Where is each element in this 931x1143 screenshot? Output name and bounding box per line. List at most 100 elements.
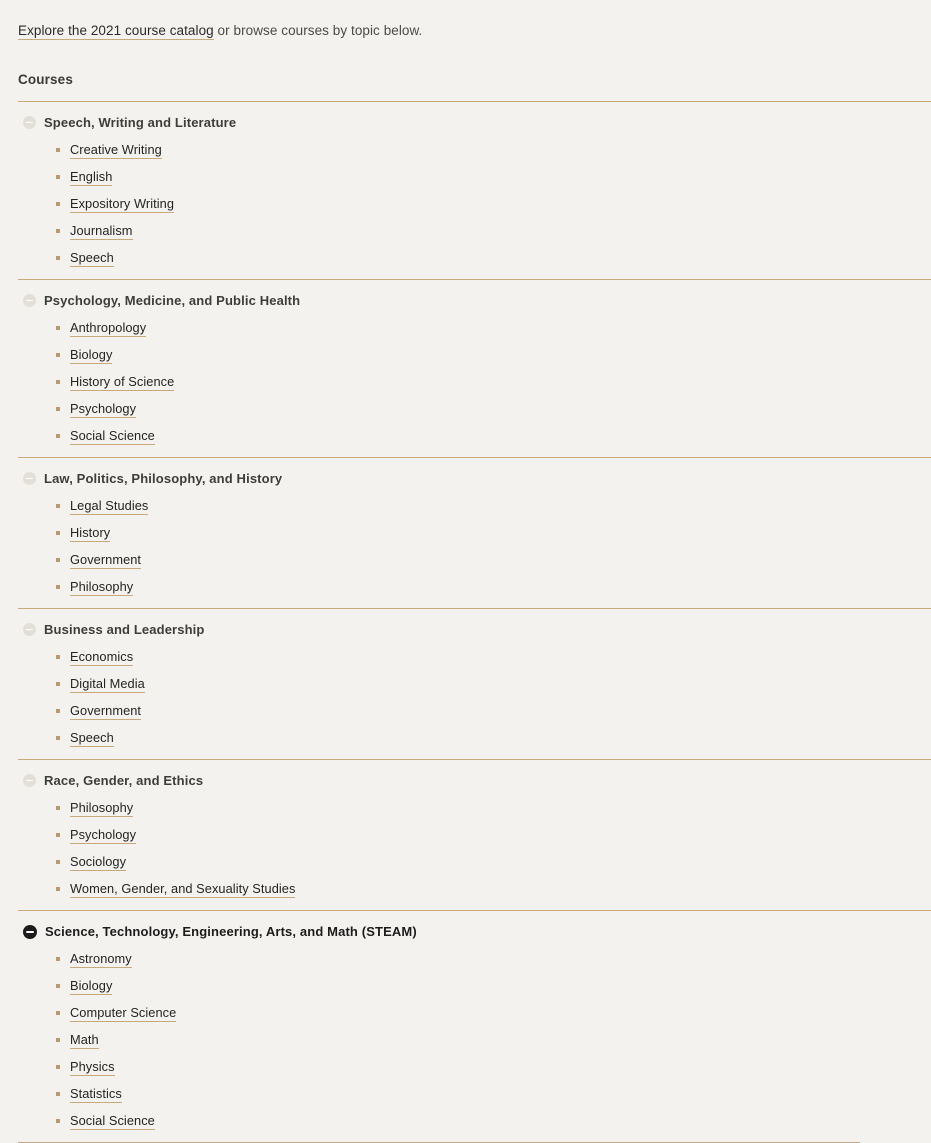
course-link[interactable]: Philosophy	[70, 579, 133, 596]
list-item: Biology	[56, 347, 931, 363]
bullet-dot-icon	[56, 1065, 60, 1069]
course-link[interactable]: Creative Writing	[70, 142, 162, 159]
accordion-header[interactable]: Law, Politics, Philosophy, and History	[18, 458, 931, 498]
accordion-title: Business and Leadership	[44, 621, 204, 638]
accordion-panel: Creative Writing English Expository Writin…	[18, 142, 931, 279]
course-link[interactable]: Social Science	[70, 428, 155, 445]
list-item: Social Science	[56, 428, 931, 444]
course-link[interactable]: Legal Studies	[70, 498, 148, 515]
bullet-dot-icon	[56, 1038, 60, 1042]
bullet-dot-icon	[56, 407, 60, 411]
course-link[interactable]: Economics	[70, 649, 133, 666]
course-link[interactable]: Journalism	[70, 223, 133, 240]
list-item: Social Science	[56, 1113, 931, 1129]
list-item: Creative Writing	[56, 142, 931, 158]
list-item: Speech	[56, 250, 931, 266]
accordion-panel: Astronomy Biology Computer Science Math Phys…	[18, 951, 931, 1142]
course-link[interactable]: Expository Writing	[70, 196, 174, 213]
bullet-dot-icon	[56, 434, 60, 438]
list-item: Physics	[56, 1059, 931, 1075]
minus-circle-icon[interactable]	[23, 774, 36, 787]
accordion-header[interactable]: Science, Technology, Engineering, Arts, …	[18, 911, 931, 951]
minus-circle-icon[interactable]	[23, 623, 36, 636]
course-list: Anthropology Biology History of Science Psy…	[18, 320, 931, 444]
bullet-dot-icon	[56, 1011, 60, 1015]
bullet-dot-icon	[56, 326, 60, 330]
bullet-dot-icon	[56, 353, 60, 357]
course-link[interactable]: History of Science	[70, 374, 174, 391]
course-link[interactable]: Psychology	[70, 827, 136, 844]
course-list: Astronomy Biology Computer Science Math Phys…	[18, 951, 931, 1129]
bullet-dot-icon	[56, 957, 60, 961]
course-link[interactable]: Speech	[70, 250, 114, 267]
course-link[interactable]: Math	[70, 1032, 99, 1049]
minus-circle-icon[interactable]	[23, 294, 36, 307]
course-link[interactable]: Physics	[70, 1059, 115, 1076]
bullet-dot-icon	[56, 504, 60, 508]
course-link[interactable]: English	[70, 169, 112, 186]
course-link[interactable]: Speech	[70, 730, 114, 747]
accordion-header[interactable]: Business and Leadership	[18, 609, 931, 649]
course-link[interactable]: History	[70, 525, 110, 542]
course-link[interactable]: Philosophy	[70, 800, 133, 817]
accordion-section: Speech, Writing and Literature Creative W…	[18, 101, 931, 279]
course-link[interactable]: Government	[70, 703, 141, 720]
list-item: English	[56, 169, 931, 185]
bullet-dot-icon	[56, 229, 60, 233]
bullet-dot-icon	[56, 1119, 60, 1123]
list-item: Government	[56, 703, 931, 719]
bullet-dot-icon	[56, 984, 60, 988]
accordion-header[interactable]: Psychology, Medicine, and Public Health	[18, 280, 931, 320]
page-title: Courses	[0, 53, 931, 87]
accordion-header[interactable]: Speech, Writing and Literature	[18, 102, 931, 142]
list-item: Digital Media	[56, 676, 931, 692]
course-link[interactable]: Biology	[70, 347, 112, 364]
minus-circle-icon[interactable]	[23, 472, 36, 485]
list-item: Astronomy	[56, 951, 931, 967]
list-item: Math	[56, 1032, 931, 1048]
bullet-dot-icon	[56, 833, 60, 837]
course-topics-page: Explore the 2021 course catalog or brows…	[0, 14, 931, 1143]
minus-circle-filled-icon[interactable]	[23, 925, 37, 939]
course-link[interactable]: Women, Gender, and Sexuality Studies	[70, 881, 295, 898]
bullet-dot-icon	[56, 175, 60, 179]
course-link[interactable]: Statistics	[70, 1086, 122, 1103]
bullet-dot-icon	[56, 531, 60, 535]
course-list: Legal Studies History Government Philosophy	[18, 498, 931, 595]
accordion-panel: Legal Studies History Government Philosophy	[18, 498, 931, 608]
accordion-title: Science, Technology, Engineering, Arts, …	[45, 923, 417, 940]
course-link[interactable]: Sociology	[70, 854, 126, 871]
course-link[interactable]: Psychology	[70, 401, 136, 418]
course-link[interactable]: Biology	[70, 978, 112, 995]
bullet-dot-icon	[56, 709, 60, 713]
course-list: Creative Writing English Expository Writin…	[18, 142, 931, 266]
course-link[interactable]: Digital Media	[70, 676, 145, 693]
course-link[interactable]: Anthropology	[70, 320, 146, 337]
list-item: Economics	[56, 649, 931, 665]
course-list: Economics Digital Media Government Speech	[18, 649, 931, 746]
bullet-dot-icon	[56, 1092, 60, 1096]
intro-rest-text: or browse courses by topic below.	[214, 23, 423, 38]
bullet-dot-icon	[56, 558, 60, 562]
list-item: Women, Gender, and Sexuality Studies	[56, 881, 931, 897]
accordion-panel: Economics Digital Media Government Speech	[18, 649, 931, 759]
course-link[interactable]: Government	[70, 552, 141, 569]
intro-paragraph: Explore the 2021 course catalog or brows…	[0, 14, 931, 40]
accordion-title: Race, Gender, and Ethics	[44, 772, 203, 789]
minus-circle-icon[interactable]	[23, 116, 36, 129]
accordion-section: Psychology, Medicine, and Public HealthA…	[18, 279, 931, 457]
course-link[interactable]: Astronomy	[70, 951, 132, 968]
bullet-dot-icon	[56, 380, 60, 384]
course-link[interactable]: Social Science	[70, 1113, 155, 1130]
accordion-header[interactable]: Race, Gender, and Ethics	[18, 760, 931, 800]
bullet-dot-icon	[56, 202, 60, 206]
bullet-dot-icon	[56, 887, 60, 891]
bullet-dot-icon	[56, 860, 60, 864]
bullet-dot-icon	[56, 806, 60, 810]
accordion-panel: Anthropology Biology History of Science Psy…	[18, 320, 931, 457]
list-item: Anthropology	[56, 320, 931, 336]
accordion-title: Speech, Writing and Literature	[44, 114, 236, 131]
course-catalog-link[interactable]: Explore the 2021 course catalog	[18, 23, 214, 40]
course-link[interactable]: Computer Science	[70, 1005, 176, 1022]
list-item: Psychology	[56, 401, 931, 417]
